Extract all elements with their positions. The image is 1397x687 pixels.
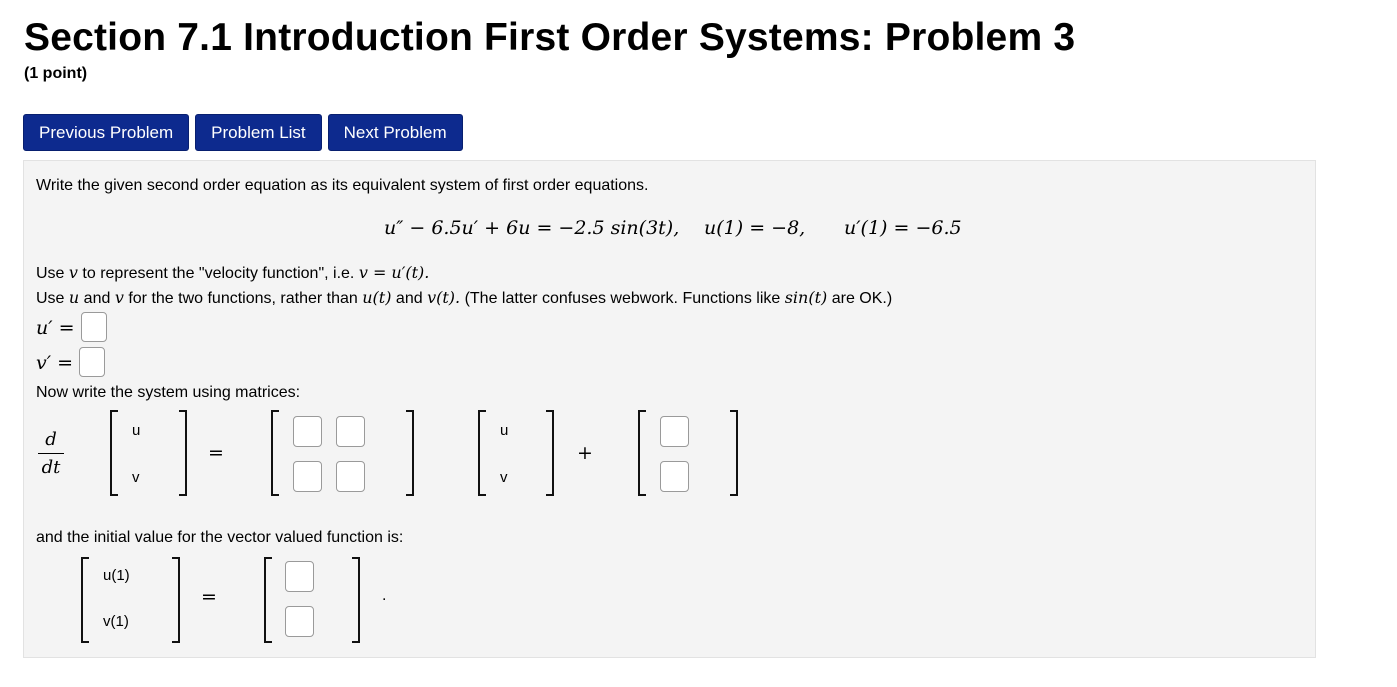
left-bracket (264, 557, 272, 643)
initial-v1-input[interactable] (285, 606, 314, 637)
text-fragment: to represent the "velocity function", i.… (82, 265, 355, 282)
vector-v-label: v (132, 469, 140, 486)
fraction-bar (38, 453, 64, 454)
right-bracket (179, 410, 187, 496)
forcing-g1-input[interactable] (660, 416, 689, 447)
uprime-label: u′ = (36, 317, 75, 339)
vector-v-label: v (500, 469, 508, 486)
period: . (382, 587, 387, 604)
velocity-definition: v = u′(t). (358, 263, 430, 282)
right-bracket (352, 557, 360, 643)
vector-u-label: u (500, 422, 509, 439)
vector-u1-label: u(1) (103, 567, 130, 584)
initial-u1-input[interactable] (285, 561, 314, 592)
left-bracket (81, 557, 89, 643)
derivative-numerator: d (45, 429, 57, 450)
plus-sign: + (577, 442, 593, 464)
differential-equation: u″ − 6.5u′ + 6u = −2.5 sin(3t), (384, 217, 680, 239)
derivative-denominator: dt (41, 457, 61, 478)
vprime-answer-input[interactable] (79, 347, 105, 377)
text-fragment: Use (36, 265, 65, 282)
left-bracket (478, 410, 486, 496)
vector-v1-label: v(1) (103, 613, 129, 630)
page-title: Section 7.1 Introduction First Order Sys… (24, 16, 1076, 59)
problem-intro: Write the given second order equation as… (36, 177, 649, 194)
right-bracket (546, 410, 554, 496)
right-bracket (172, 557, 180, 643)
vector-u-label: u (132, 422, 141, 439)
derivative-operator: d dt (38, 429, 64, 478)
expr-ut: u(t) (362, 288, 392, 307)
equals-sign: = (201, 586, 217, 608)
right-bracket (730, 410, 738, 496)
problem-list-button[interactable]: Problem List (195, 114, 322, 151)
text-fragment: (The latter confuses webwork. Functions … (464, 290, 781, 307)
matrix-instruction: Now write the system using matrices: (36, 384, 301, 401)
matrix-a21-input[interactable] (293, 461, 322, 492)
previous-problem-button[interactable]: Previous Problem (23, 114, 190, 151)
initial-condition-uprime: u′(1) = −6.5 (844, 217, 962, 239)
text-fragment: for the two functions, rather than (128, 290, 358, 307)
matrix-a22-input[interactable] (336, 461, 365, 492)
expr-sin: sin(t) (784, 288, 828, 307)
variable-u: u (68, 288, 80, 307)
initial-condition-u: u(1) = −8, (704, 217, 806, 239)
text-fragment: Use (36, 290, 65, 307)
variable-v: v (114, 288, 124, 307)
matrix-a12-input[interactable] (336, 416, 365, 447)
expr-vt: v(t). (427, 288, 461, 307)
problem-navigation: Previous Problem Problem List Next Probl… (23, 114, 463, 151)
next-problem-button[interactable]: Next Problem (327, 114, 463, 151)
forcing-g2-input[interactable] (660, 461, 689, 492)
problem-panel: Write the given second order equation as… (23, 160, 1316, 658)
variable-v: v (68, 263, 78, 282)
text-fragment: are OK.) (831, 290, 893, 307)
function-instruction: Use u and v for the two functions, rathe… (36, 288, 892, 308)
left-bracket (110, 410, 118, 496)
left-bracket (638, 410, 646, 496)
equals-sign: = (208, 442, 224, 464)
text-fragment: and (83, 290, 111, 307)
right-bracket (406, 410, 414, 496)
uprime-answer-input[interactable] (81, 312, 107, 342)
left-bracket (271, 410, 279, 496)
velocity-instruction: Use v to represent the "velocity functio… (36, 263, 429, 283)
matrix-a11-input[interactable] (293, 416, 322, 447)
points-label: (1 point) (24, 65, 88, 82)
text-fragment: and (395, 290, 423, 307)
initial-value-instruction: and the initial value for the vector val… (36, 529, 404, 546)
vprime-label: v′ = (36, 352, 74, 374)
